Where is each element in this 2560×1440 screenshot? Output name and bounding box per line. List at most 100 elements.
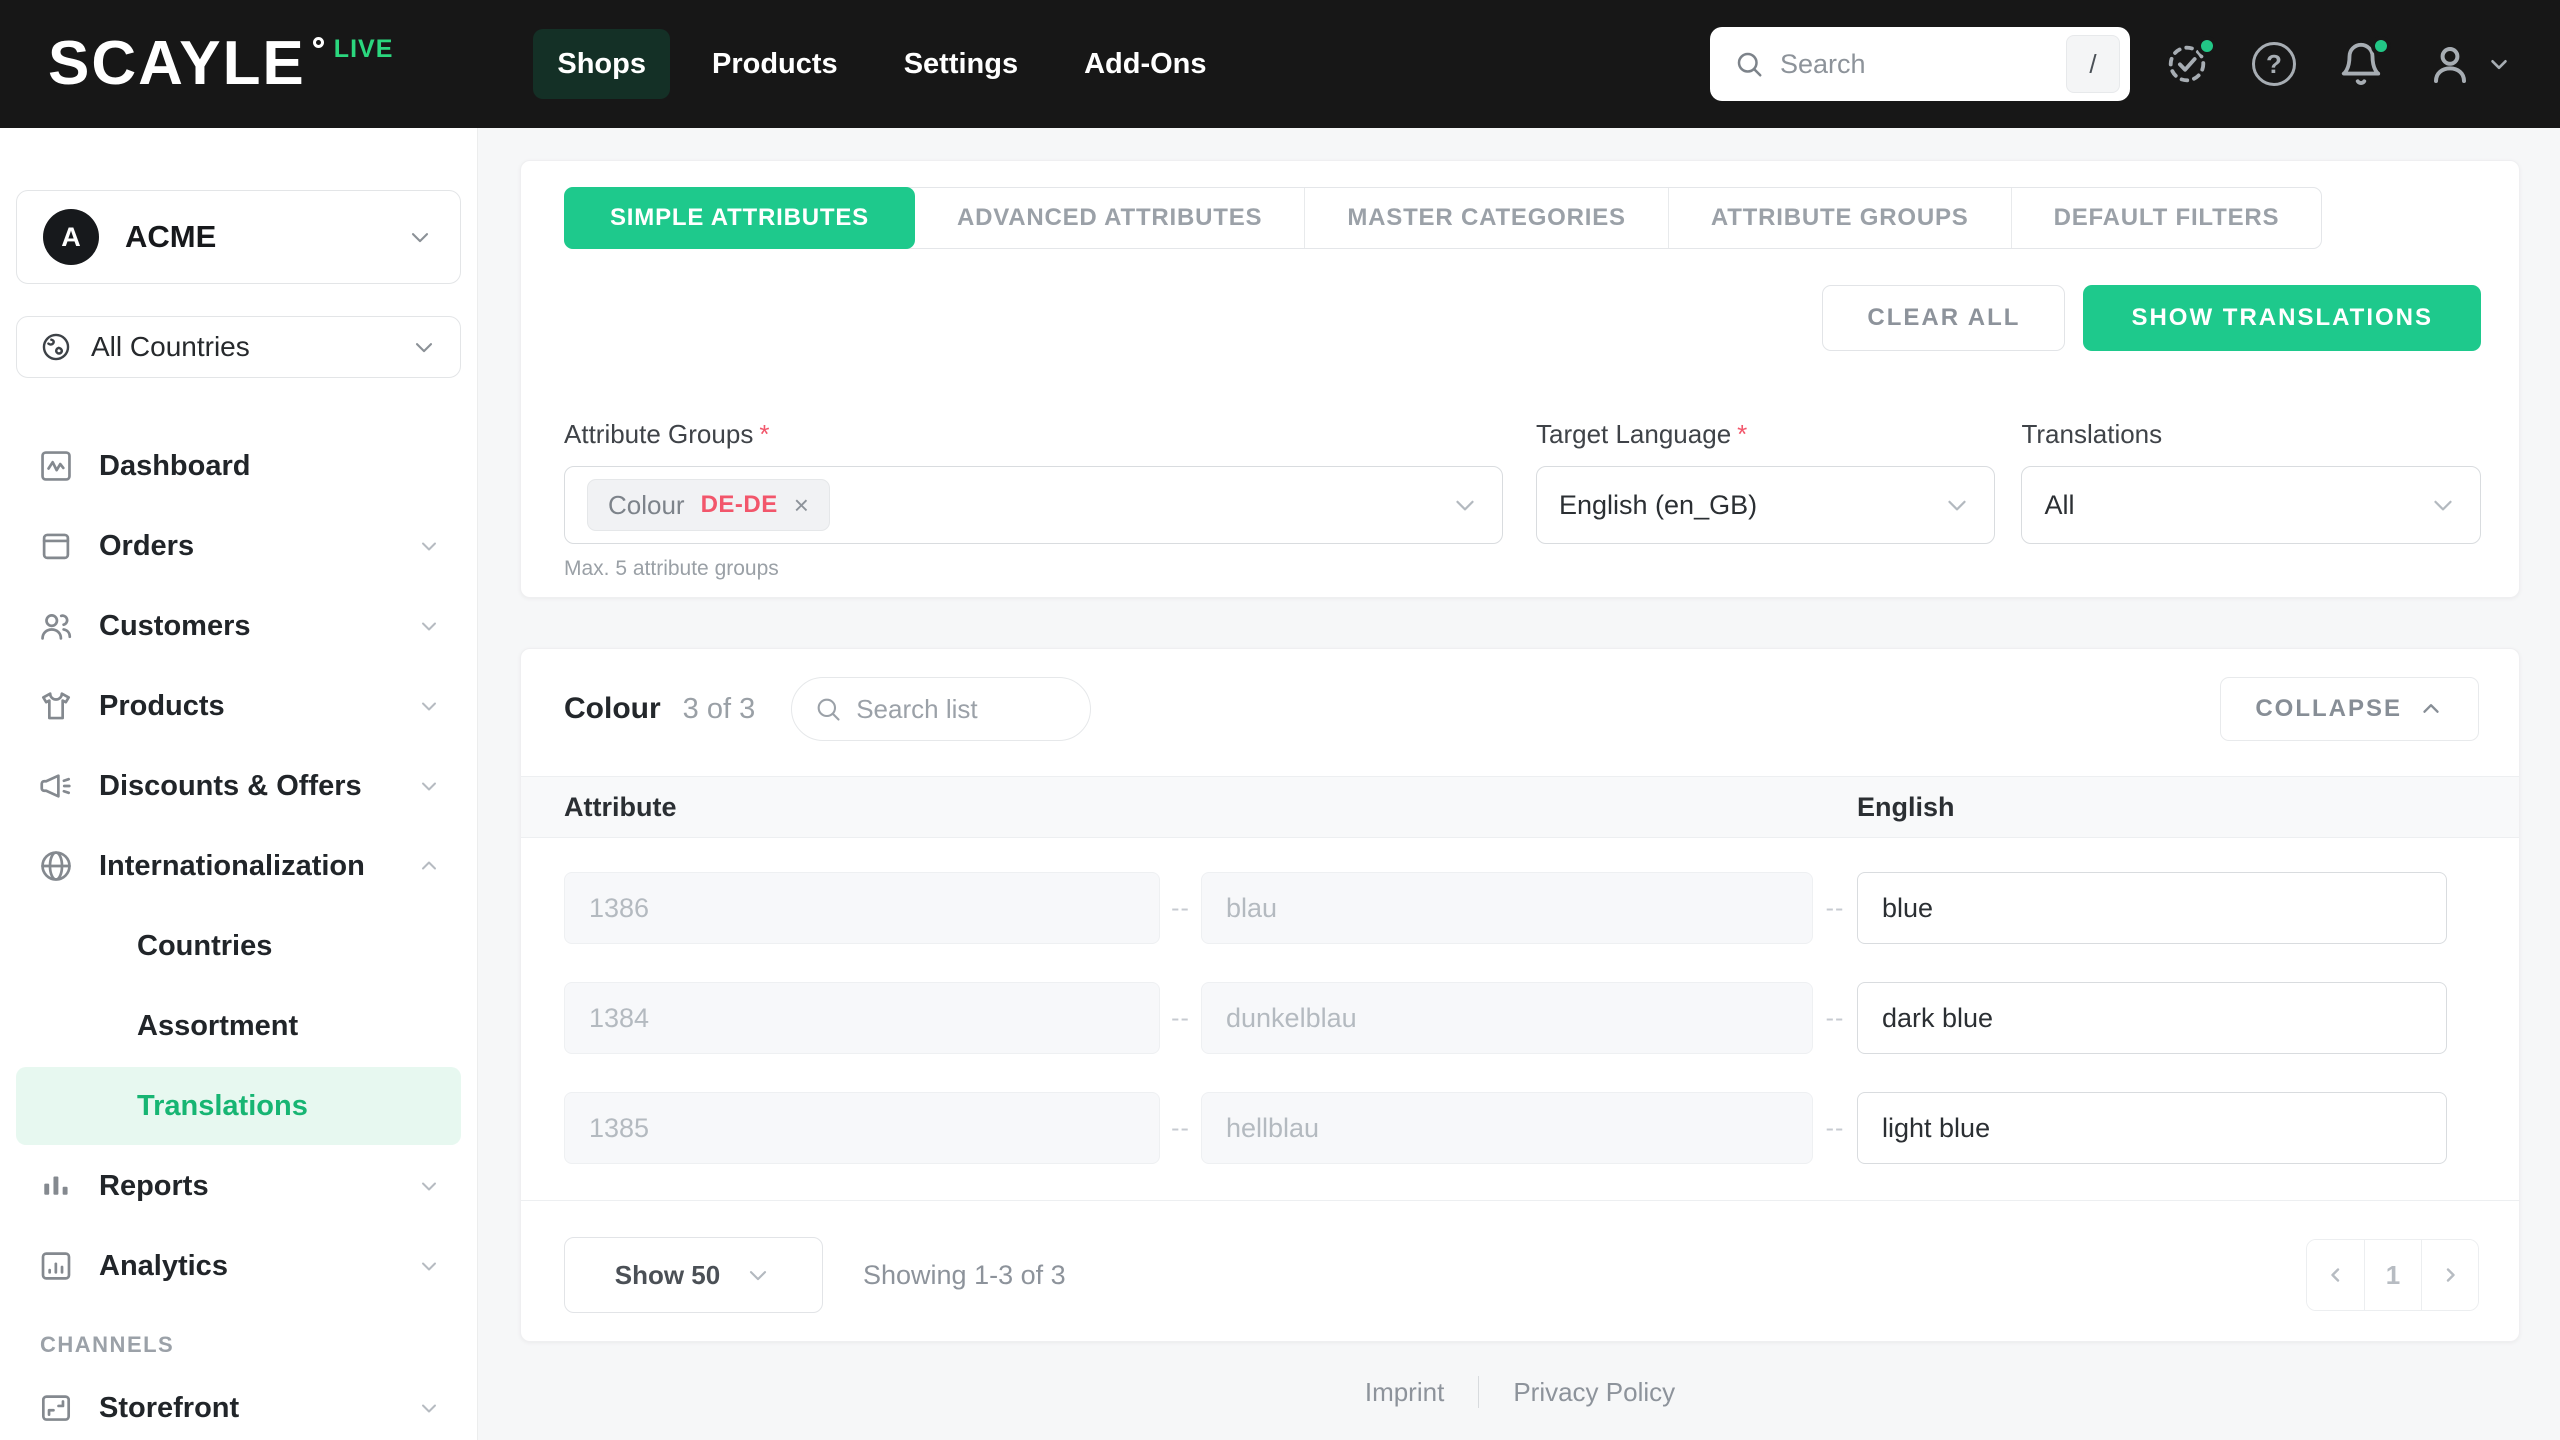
table-row: -- --: [564, 1092, 2519, 1164]
row-separator: --: [1171, 1003, 1190, 1032]
sidebar-item-discounts-offers[interactable]: Discounts & Offers: [0, 746, 477, 826]
attribute-tabs: SIMPLE ATTRIBUTES ADVANCED ATTRIBUTES MA…: [564, 187, 2323, 249]
chevron-down-icon: [417, 1254, 441, 1278]
sidebar-menu: Dashboard Orders Customers Products Disc…: [0, 426, 477, 1440]
topbar-icon-cluster: ?: [2164, 36, 2512, 88]
topnav-item-addons[interactable]: Add-Ons: [1060, 29, 1230, 99]
list-search[interactable]: [791, 677, 1092, 741]
chevron-down-icon: [1942, 490, 1972, 520]
products-shirt-icon: [37, 687, 75, 725]
attribute-id-field: [564, 982, 1160, 1054]
show-translations-button[interactable]: SHOW TRANSLATIONS: [2083, 285, 2481, 351]
column-header-english: English: [1857, 791, 1955, 822]
scayle-logo: SCAYLE LIVE: [48, 33, 393, 95]
target-language-select[interactable]: English (en_GB): [1535, 466, 1996, 544]
showing-range-text: Showing 1-3 of 3: [863, 1259, 1066, 1290]
label-text: Target Language: [1535, 419, 1732, 449]
megaphone-icon: [37, 767, 75, 805]
row-separator: --: [1825, 893, 1845, 922]
sidebar-item-analytics[interactable]: Analytics: [0, 1226, 477, 1306]
pagination-page-1[interactable]: 1: [2364, 1240, 2421, 1310]
topnav-item-shops[interactable]: Shops: [533, 29, 670, 99]
chevron-down-icon: [410, 333, 438, 361]
chevron-down-icon: [744, 1261, 772, 1289]
sidebar-item-label: Dashboard: [99, 449, 251, 482]
registered-mark-icon: [312, 37, 324, 48]
chevron-up-icon: [417, 854, 441, 878]
search-icon: [814, 695, 842, 723]
sidebar: A ACME All Countries Dashboard Orders Cu…: [0, 128, 478, 1440]
tab-simple-attributes[interactable]: SIMPLE ATTRIBUTES: [564, 187, 915, 249]
sidebar-item-reports[interactable]: Reports: [0, 1146, 477, 1226]
imprint-link[interactable]: Imprint: [1365, 1377, 1444, 1408]
sidebar-item-orders[interactable]: Orders: [0, 506, 477, 586]
help-icon[interactable]: ?: [2252, 42, 2296, 86]
sidebar-item-storefront[interactable]: Storefront: [0, 1368, 477, 1440]
status-green-dot: [2197, 36, 2217, 56]
user-icon: [2434, 47, 2466, 83]
sidebar-subitem-countries[interactable]: Countries: [0, 906, 477, 986]
customers-icon: [37, 607, 75, 645]
sidebar-item-customers[interactable]: Customers: [0, 586, 477, 666]
selected-value: English (en_GB): [1558, 489, 1758, 520]
sidebar-subitem-translations[interactable]: Translations: [16, 1067, 461, 1145]
translation-input[interactable]: [1857, 872, 2447, 944]
attribute-group-chip: Colour DE-DE ×: [587, 479, 830, 531]
tab-default-filters[interactable]: DEFAULT FILTERS: [2010, 188, 2322, 248]
internationalization-globe-icon: [37, 847, 75, 885]
chevron-down-icon: [1450, 490, 1480, 520]
sidebar-item-products[interactable]: Products: [0, 666, 477, 746]
footer-divider: [1478, 1376, 1480, 1408]
target-language-filter: Target Language * English (en_GB): [1535, 419, 1996, 581]
chip-locale-badge: DE-DE: [700, 491, 778, 518]
search-input[interactable]: [1780, 48, 2050, 80]
chevron-down-icon: [417, 614, 441, 638]
column-header-attribute: Attribute: [564, 791, 677, 822]
chevron-left-icon: [2330, 1268, 2339, 1282]
clear-all-button[interactable]: CLEAR ALL: [1822, 285, 2066, 351]
notifications-bell-icon[interactable]: [2338, 36, 2391, 87]
table-row: -- --: [564, 872, 2519, 944]
privacy-policy-link[interactable]: Privacy Policy: [1513, 1377, 1675, 1408]
row-separator: --: [1825, 1003, 1845, 1032]
list-search-input[interactable]: [856, 693, 1069, 725]
translations-select[interactable]: All: [2021, 466, 2481, 544]
sidebar-item-dashboard[interactable]: Dashboard: [0, 426, 477, 506]
dashboard-icon: [37, 447, 75, 485]
translation-input[interactable]: [1857, 982, 2447, 1054]
filters-row: Attribute Groups * Colour DE-DE × Max. 5 …: [564, 419, 2481, 581]
required-asterisk: *: [1737, 419, 1748, 449]
global-search[interactable]: /: [1710, 27, 2130, 101]
label-text: Attribute Groups: [564, 419, 754, 449]
account-selector[interactable]: A ACME: [16, 190, 461, 284]
tab-master-categories[interactable]: MASTER CATEGORIES: [1304, 188, 1668, 248]
attribute-groups-helper: Max. 5 attribute groups: [564, 557, 779, 580]
pagination: 1: [2306, 1239, 2479, 1311]
topnav-item-products[interactable]: Products: [688, 29, 862, 99]
country-selector[interactable]: All Countries: [16, 316, 461, 378]
chip-remove-icon[interactable]: ×: [794, 492, 809, 518]
page-size-select[interactable]: Show 50: [564, 1237, 823, 1313]
tab-advanced-attributes[interactable]: ADVANCED ATTRIBUTES: [915, 188, 1304, 248]
country-selector-label: All Countries: [91, 331, 250, 362]
pagination-prev-button[interactable]: [2307, 1240, 2364, 1310]
attribute-groups-multiselect[interactable]: Colour DE-DE ×: [564, 466, 1503, 544]
collapse-button[interactable]: COLLAPSE: [2220, 677, 2479, 741]
search-icon: [1734, 49, 1764, 79]
chevron-down-icon: [417, 694, 441, 718]
live-badge: LIVE: [333, 35, 394, 63]
tab-attribute-groups[interactable]: ATTRIBUTE GROUPS: [1667, 188, 2011, 248]
table-column-headers: Attribute English: [521, 776, 2519, 838]
translation-input[interactable]: [1857, 1092, 2447, 1164]
scayle-logo-text: SCAYLE: [48, 29, 306, 98]
required-asterisk: *: [759, 419, 770, 449]
sidebar-item-internationalization[interactable]: Internationalization: [0, 826, 477, 906]
top-navigation: Shops Products Settings Add-Ons: [533, 29, 1230, 99]
user-account-menu[interactable]: [2426, 40, 2512, 88]
pagination-next-button[interactable]: [2421, 1240, 2478, 1310]
channels-section-label: CHANNELS: [40, 1332, 175, 1357]
topnav-item-settings[interactable]: Settings: [880, 29, 1042, 99]
system-status-icon[interactable]: [2164, 36, 2217, 87]
sidebar-subitem-assortment[interactable]: Assortment: [0, 986, 477, 1066]
sidebar-item-label: Discounts & Offers: [99, 769, 362, 802]
